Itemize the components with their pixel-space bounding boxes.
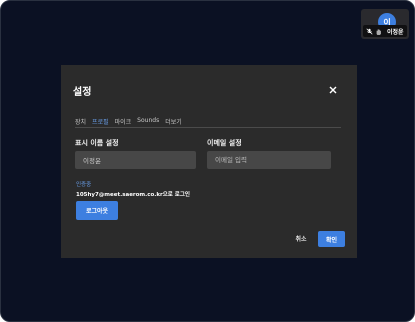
meeting-stage: 이 이정윤 설정 장치 프로필 마이크 Sounds 더보기 표시 이름 설정 … [0,0,415,322]
close-icon[interactable] [327,81,339,94]
participant-name: 이정윤 [387,28,404,36]
email-label: 이메일 설정 [207,139,242,147]
ok-button[interactable]: 확인 [318,231,345,247]
account-email: 105hy7@meet.saerom.co.kr으로 로그인 [76,192,190,198]
auth-status: 인증중 [76,182,92,188]
mic-muted-icon [366,27,373,35]
display-name-input[interactable] [75,151,196,169]
logout-button[interactable]: 로그아웃 [76,201,118,220]
cancel-button[interactable]: 취소 [289,231,313,245]
raise-hand-icon [375,28,382,35]
display-name-label: 표시 이름 설정 [75,139,119,147]
tab-divider [75,127,341,128]
email-input[interactable] [207,151,331,169]
settings-dialog: 설정 장치 프로필 마이크 Sounds 더보기 표시 이름 설정 이메일 설정… [61,65,357,258]
dialog-title: 설정 [73,87,92,98]
participant-name-bar: 이정윤 [363,25,407,37]
